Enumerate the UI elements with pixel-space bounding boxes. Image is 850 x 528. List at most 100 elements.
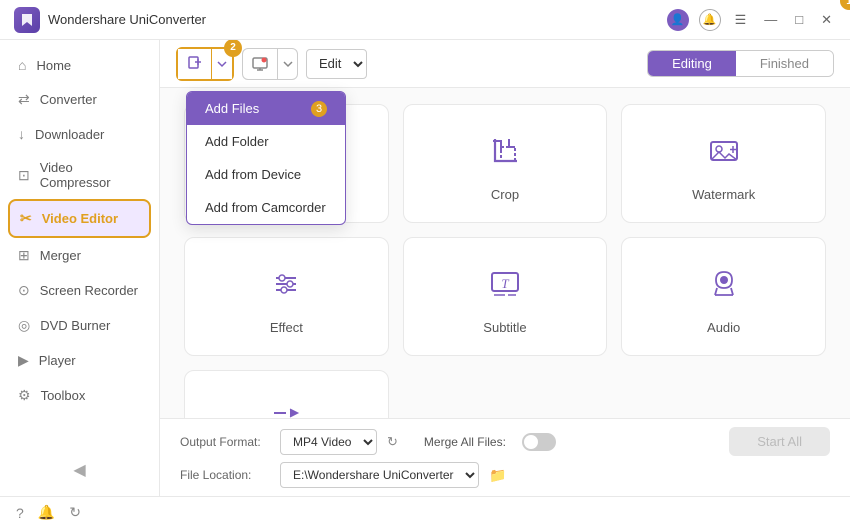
- sidebar-label: Converter: [40, 92, 97, 107]
- sidebar-item-video-compressor[interactable]: ⊡ Video Compressor: [0, 151, 159, 199]
- sidebar-label: Player: [39, 353, 76, 368]
- app-title: Wondershare UniConverter: [48, 12, 206, 27]
- titlebar: Wondershare UniConverter 👤 🔔 ☰ — □ ✕: [0, 0, 850, 40]
- converter-icon: ⇄: [18, 91, 30, 108]
- titlebar-right: 👤 🔔 ☰ — □ ✕: [667, 9, 836, 31]
- home-icon: ⌂: [18, 57, 26, 73]
- dropdown-add-files[interactable]: Add Files 3: [187, 92, 345, 125]
- step-badge-3: 3: [311, 101, 327, 117]
- grid-card-subtitle[interactable]: T Subtitle: [403, 237, 608, 356]
- maximize-button[interactable]: □: [791, 12, 807, 27]
- effect-icon: [268, 266, 304, 310]
- sidebar-label: Video Compressor: [40, 160, 141, 190]
- sidebar-item-converter[interactable]: ⇄ Converter: [0, 82, 159, 117]
- sidebar-item-merger[interactable]: ⊞ Merger: [0, 238, 159, 273]
- tab-group: Editing Finished: [647, 50, 834, 77]
- user-icon[interactable]: 👤: [667, 9, 689, 31]
- effect-label: Effect: [270, 320, 303, 335]
- crop-icon: [487, 133, 523, 177]
- sidebar-label: Toolbox: [41, 388, 86, 403]
- bottom-bar: Output Format: MP4 Video ↻ Merge All Fil…: [160, 418, 850, 496]
- audio-label: Audio: [707, 320, 740, 335]
- minimize-button[interactable]: —: [760, 12, 781, 27]
- edit-mode-select[interactable]: Edit: [306, 49, 367, 79]
- file-location-label: File Location:: [180, 468, 270, 482]
- refresh-icon[interactable]: ↻: [387, 434, 398, 450]
- sidebar-label-active: Video Editor: [42, 211, 118, 226]
- app-logo: [14, 7, 40, 33]
- crop-label: Crop: [491, 187, 519, 202]
- folder-icon[interactable]: 📁: [489, 467, 506, 484]
- close-button[interactable]: ✕: [817, 12, 836, 28]
- merge-all-label: Merge All Files:: [424, 435, 506, 449]
- add-file-icon: [186, 55, 204, 73]
- grid-card-effect[interactable]: Effect: [184, 237, 389, 356]
- subtitle-label: Subtitle: [483, 320, 526, 335]
- file-location-select[interactable]: E:\Wondershare UniConverter: [280, 462, 479, 488]
- toolbar: 2 Add Files 3 Add Folder Add from Device…: [160, 40, 850, 88]
- grid-card-speed[interactable]: Speed: [184, 370, 389, 418]
- subtitle-icon: T: [487, 266, 523, 310]
- dropdown-add-from-device[interactable]: Add from Device: [187, 158, 345, 191]
- tab-finished[interactable]: Finished: [736, 51, 833, 76]
- dvd-icon: ◎: [18, 317, 30, 334]
- sidebar-item-screen-recorder[interactable]: ⊙ Screen Recorder: [0, 273, 159, 308]
- add-files-dropdown: Add Files 3 Add Folder Add from Device A…: [186, 91, 346, 225]
- tab-editing[interactable]: Editing: [648, 51, 736, 76]
- downloader-icon: ↓: [18, 126, 25, 142]
- sidebar-item-dvd-burner[interactable]: ◎ DVD Burner: [0, 308, 159, 343]
- merge-all-toggle[interactable]: [522, 433, 556, 451]
- output-format-label: Output Format:: [180, 435, 270, 449]
- sidebar: ⌂ Home ⇄ Converter ↓ Downloader ⊡ Video …: [0, 40, 160, 496]
- svg-text:T: T: [501, 276, 509, 291]
- sidebar-label: Home: [36, 58, 71, 73]
- dropdown-add-folder[interactable]: Add Folder: [187, 125, 345, 158]
- content-area: 2 Add Files 3 Add Folder Add from Device…: [160, 40, 850, 496]
- screen-btn-dropdown-arrow[interactable]: [277, 49, 297, 79]
- screen-btn-main[interactable]: [243, 49, 277, 79]
- watermark-icon: [706, 133, 742, 177]
- sidebar-item-downloader[interactable]: ↓ Downloader: [0, 117, 159, 151]
- feedback-icon[interactable]: ↻: [69, 504, 81, 521]
- sidebar-label: Screen Recorder: [40, 283, 138, 298]
- footer: ? 🔔 ↻: [0, 496, 850, 528]
- screen-record-button[interactable]: [242, 48, 298, 80]
- dropdown-add-files-label: Add Files: [205, 101, 259, 116]
- sidebar-item-home[interactable]: ⌂ Home: [0, 48, 159, 82]
- watermark-label: Watermark: [692, 187, 755, 202]
- sidebar-collapse-button[interactable]: ◀: [0, 452, 159, 488]
- main-layout: ⌂ Home ⇄ Converter ↓ Downloader ⊡ Video …: [0, 40, 850, 496]
- start-all-button[interactable]: Start All: [729, 427, 830, 456]
- chevron-down-icon: [217, 60, 227, 68]
- bottom-row-1: Output Format: MP4 Video ↻ Merge All Fil…: [180, 427, 830, 456]
- sidebar-label: Merger: [40, 248, 81, 263]
- toolbox-icon: ⚙: [18, 387, 31, 404]
- audio-icon: [706, 266, 742, 310]
- output-format-select[interactable]: MP4 Video: [280, 429, 377, 455]
- bottom-row-2: File Location: E:\Wondershare UniConvert…: [180, 462, 830, 488]
- screen-icon: [251, 55, 269, 73]
- speed-icon: [268, 399, 304, 418]
- dropdown-add-from-camcorder[interactable]: Add from Camcorder: [187, 191, 345, 224]
- grid-card-crop[interactable]: Crop: [403, 104, 608, 223]
- screen-recorder-icon: ⊙: [18, 282, 30, 299]
- menu-icon[interactable]: ☰: [731, 12, 751, 28]
- sidebar-item-toolbox[interactable]: ⚙ Toolbox: [0, 378, 159, 413]
- sidebar-item-video-editor[interactable]: ✂ Video Editor 1: [8, 199, 151, 238]
- sidebar-item-player[interactable]: ▶ Player: [0, 343, 159, 378]
- merger-icon: ⊞: [18, 247, 30, 264]
- bell-icon[interactable]: 🔔: [699, 9, 721, 31]
- help-icon[interactable]: ?: [16, 505, 24, 521]
- chevron-down-icon-2: [283, 60, 293, 68]
- add-button-wrapper: 2 Add Files 3 Add Folder Add from Device…: [176, 47, 234, 81]
- compressor-icon: ⊡: [18, 167, 30, 184]
- player-icon: ▶: [18, 352, 29, 369]
- grid-card-audio[interactable]: Audio: [621, 237, 826, 356]
- grid-card-watermark[interactable]: Watermark: [621, 104, 826, 223]
- sidebar-label: DVD Burner: [40, 318, 110, 333]
- step-badge-2: 2: [224, 40, 242, 57]
- notification-icon[interactable]: 🔔: [38, 504, 55, 521]
- add-btn-main[interactable]: [178, 49, 212, 79]
- titlebar-left: Wondershare UniConverter: [14, 7, 206, 33]
- sidebar-label: Downloader: [35, 127, 104, 142]
